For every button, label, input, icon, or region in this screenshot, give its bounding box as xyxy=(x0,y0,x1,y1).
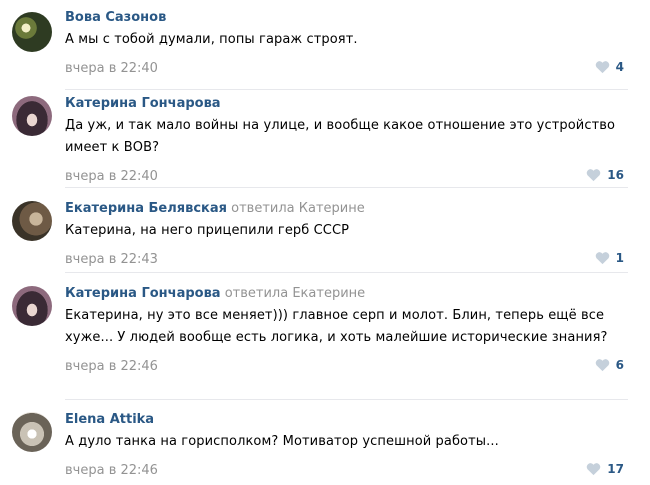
comment-text: А мы с тобой думали, попы гараж строят. xyxy=(65,32,358,47)
comment-author[interactable]: Elena Attika xyxy=(65,412,154,427)
comment-text: Да уж, и так мало войны на улице, и вооб… xyxy=(65,118,616,155)
comment-date[interactable]: вчера в 22:46 xyxy=(65,359,158,374)
heart-icon xyxy=(587,169,601,182)
heart-icon xyxy=(595,359,609,372)
reply-prefix: ответила xyxy=(231,201,295,216)
like-count: 16 xyxy=(607,168,624,182)
like-button[interactable]: 17 xyxy=(586,460,624,478)
like-count: 6 xyxy=(615,358,624,372)
comment-text: Катерина, на него прицепили герб СССР xyxy=(65,223,350,238)
like-button[interactable]: 16 xyxy=(586,166,624,184)
heart-icon xyxy=(587,463,601,476)
avatar[interactable] xyxy=(12,12,52,52)
comment-author[interactable]: Катерина Гончарова xyxy=(65,96,221,111)
comment-author[interactable]: Екатерина Белявская xyxy=(65,201,227,216)
avatar[interactable] xyxy=(12,286,52,326)
reply-prefix: ответила xyxy=(224,286,289,301)
heart-icon xyxy=(595,252,609,265)
comment-item: Elena Attika А дуло танка на горисполком… xyxy=(0,400,650,485)
reply-to-link[interactable]: Катерине xyxy=(299,201,365,216)
reply-info: ответила Екатерине xyxy=(225,286,365,301)
comment-date[interactable]: вчера в 22:43 xyxy=(65,252,158,267)
avatar[interactable] xyxy=(12,201,52,241)
avatar[interactable] xyxy=(12,96,52,136)
comment-date[interactable]: вчера в 22:40 xyxy=(65,61,158,76)
comment-author[interactable]: Катерина Гончарова xyxy=(65,286,221,301)
like-count: 1 xyxy=(615,251,624,265)
comment-text: Екатерина, ну это все меняет))) главное … xyxy=(65,308,608,345)
heart-icon xyxy=(595,61,609,74)
comment-author[interactable]: Вова Сазонов xyxy=(65,10,166,25)
comment-item: Вова Сазонов А мы с тобой думали, попы г… xyxy=(0,0,650,90)
reply-to-link[interactable]: Екатерине xyxy=(292,286,365,301)
comment-item: Екатерина Белявская ответила Катерине Ка… xyxy=(0,188,650,273)
comment-date[interactable]: вчера в 22:40 xyxy=(65,169,158,184)
comments-feed: Вова Сазонов А мы с тобой думали, попы г… xyxy=(0,0,650,485)
comment-item: Катерина Гончарова ответила Екатерине Ек… xyxy=(0,273,650,400)
avatar[interactable] xyxy=(12,412,52,452)
like-count: 4 xyxy=(615,60,624,74)
comment-text: А дуло танка на горисполком? Мотиватор у… xyxy=(65,434,499,449)
like-count: 17 xyxy=(607,462,624,476)
reply-info: ответила Катерине xyxy=(231,201,365,216)
comment-item: Катерина Гончарова Да уж, и так мало вой… xyxy=(0,90,650,188)
comment-date[interactable]: вчера в 22:46 xyxy=(65,463,158,478)
like-button[interactable]: 1 xyxy=(595,249,624,267)
like-button[interactable]: 6 xyxy=(595,356,624,374)
like-button[interactable]: 4 xyxy=(595,58,624,76)
